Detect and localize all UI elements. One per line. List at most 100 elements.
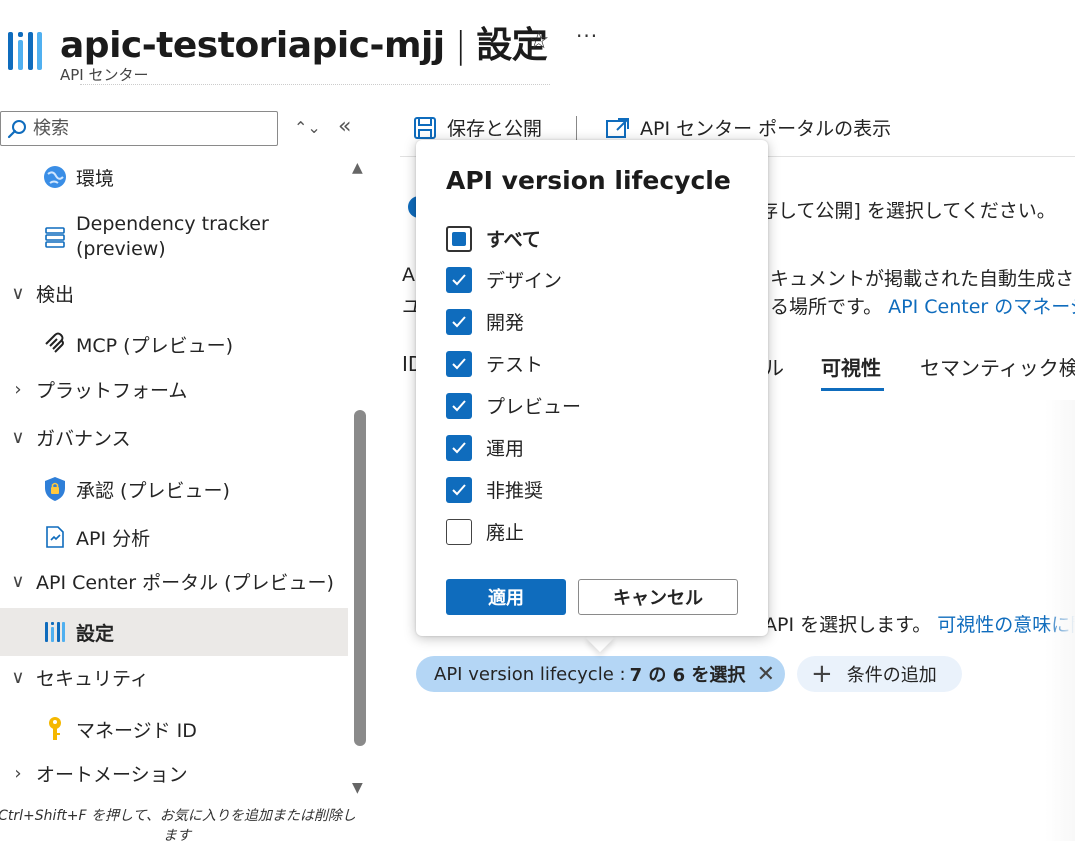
sidebar-item-label: セキュリティ — [36, 668, 149, 690]
checkmark-icon — [446, 392, 472, 419]
sidebar-group-discovery[interactable]: ∨ 検出 — [0, 280, 74, 307]
analysis-icon — [40, 522, 70, 552]
tab-visibility[interactable]: 可視性 — [821, 352, 881, 381]
option-retired-checkbox[interactable]: 廃止 — [446, 518, 524, 545]
sidebar-group-automation[interactable]: › オートメーション — [0, 760, 188, 787]
filter-pill-label: API version lifecycle : — [434, 663, 626, 685]
sidebar-group-platform[interactable]: › プラットフォーム — [0, 376, 187, 403]
lifecycle-filter-popover: API version lifecycle すべて デザイン 開発 テスト プレ… — [416, 140, 768, 636]
managed-link[interactable]: API Center のマネージ — [888, 296, 1075, 318]
option-production-checkbox[interactable]: 運用 — [446, 434, 524, 461]
checkbox-label: 運用 — [486, 438, 525, 460]
mcp-icon — [40, 329, 70, 359]
scroll-down-arrow[interactable]: ▼ — [352, 780, 363, 796]
sidebar-group-security[interactable]: ∨ セキュリティ — [0, 664, 149, 691]
chevron-down-icon: ∨ — [11, 427, 25, 448]
view-portal-label: API センター ポータルの表示 — [640, 118, 892, 140]
toolbar-divider — [576, 116, 577, 140]
sidebar-group-governance[interactable]: ∨ ガバナンス — [0, 424, 131, 451]
api-center-icon — [40, 617, 70, 647]
sidebar-item-label: オートメーション — [36, 764, 188, 786]
option-testing-checkbox[interactable]: テスト — [446, 350, 543, 377]
filter-pill-lifecycle[interactable]: API version lifecycle : 7 の 6 を選択 ✕ — [416, 656, 785, 692]
save-publish-button[interactable]: 保存と公開 — [413, 114, 542, 141]
close-icon[interactable]: ✕ — [757, 662, 775, 687]
checkmark-icon — [446, 266, 472, 293]
checkbox-label: 廃止 — [486, 522, 525, 544]
sidebar-item-label: Dependency tracker — [76, 213, 269, 235]
option-preview-checkbox[interactable]: プレビュー — [446, 392, 581, 419]
sidebar-search[interactable] — [0, 111, 278, 146]
chevron-down-icon: ∨ — [11, 283, 25, 304]
save-icon — [413, 116, 437, 140]
collapse-sidebar-icon[interactable]: « — [338, 114, 351, 139]
sidebar-item-label: API Center ポータル (プレビュー) — [36, 572, 334, 594]
checkbox-indeterminate-icon — [446, 225, 472, 252]
option-deprecated-checkbox[interactable]: 非推奨 — [446, 476, 543, 503]
sidebar-item-managed-identity[interactable]: マネージド ID — [0, 714, 197, 744]
filter-pill-value: 7 の 6 を選択 — [629, 665, 746, 686]
sidebar-item-dependency-tracker[interactable]: Dependency tracker (preview) — [0, 212, 269, 262]
sidebar-item-mcp[interactable]: MCP (プレビュー) — [0, 329, 233, 359]
add-filter-button[interactable]: + 条件の追加 — [797, 656, 962, 692]
sort-updown-icon[interactable]: ⌃⌄ — [294, 118, 321, 137]
sidebar-item-label: MCP (プレビュー) — [76, 334, 233, 357]
chevron-down-icon: ∨ — [11, 667, 25, 688]
checkmark-icon — [446, 476, 472, 503]
description-line-2: る場所です。 API Center のマネージ — [770, 292, 1075, 319]
tracker-icon — [40, 222, 70, 252]
view-portal-button[interactable]: API センター ポータルの表示 — [606, 114, 891, 141]
option-design-checkbox[interactable]: デザイン — [446, 266, 562, 293]
checkbox-label: プレビュー — [486, 396, 582, 418]
chevron-right-icon: › — [14, 379, 22, 400]
page-subtitle: API センター — [60, 66, 149, 84]
checkbox-empty-icon — [446, 518, 472, 545]
sidebar-item-settings[interactable]: 設定 — [0, 608, 348, 656]
save-publish-label: 保存と公開 — [447, 118, 543, 140]
checkbox-label: デザイン — [486, 270, 563, 292]
visibility-description: API を選択します。 可視性の意味に関 — [764, 610, 1075, 637]
select-all-checkbox[interactable]: すべて — [446, 225, 541, 252]
search-input[interactable] — [33, 118, 263, 139]
checkmark-icon — [446, 434, 472, 461]
favorites-hint: Ctrl+Shift+F を押して、お気に入りを追加または削除します — [0, 808, 356, 841]
sidebar-item-environments[interactable]: 環境 — [0, 162, 114, 192]
sidebar-item-label: 環境 — [76, 167, 115, 190]
sidebar-item-api-analysis[interactable]: API 分析 — [0, 522, 150, 552]
checkbox-label: 非推奨 — [486, 480, 544, 502]
active-tab-indicator — [821, 388, 884, 391]
chevron-right-icon: › — [14, 763, 22, 784]
api-center-logo-icon — [8, 32, 42, 70]
plus-icon: + — [811, 659, 833, 689]
sidebar-item-label: プラットフォーム — [36, 380, 188, 402]
checkbox-label: 開発 — [486, 312, 525, 334]
star-icon[interactable]: ☆ — [528, 26, 550, 54]
sidebar-item-label: 承認 (プレビュー) — [76, 479, 230, 502]
apply-button[interactable]: 適用 — [446, 579, 566, 615]
tab-semantic[interactable]: セマンティック検 — [920, 352, 1075, 381]
add-filter-label: 条件の追加 — [846, 665, 937, 686]
popover-title: API version lifecycle — [446, 166, 731, 195]
edge-shadow — [1045, 400, 1075, 841]
header-divider — [80, 84, 550, 90]
sidebar-item-label: 検出 — [36, 284, 75, 306]
search-icon — [7, 119, 26, 138]
open-external-icon — [606, 117, 630, 139]
description-line-1: キュメントが掲載された自動生成さ — [770, 268, 1075, 290]
sidebar-item-label: API 分析 — [76, 527, 151, 550]
sidebar-item-label: ガバナンス — [36, 428, 131, 450]
scroll-up-arrow[interactable]: ▲ — [352, 160, 363, 176]
info-message: 保存して公開] を選択してください。 — [740, 200, 1056, 222]
sidebar-item-approvals[interactable]: 承認 (プレビュー) — [0, 474, 230, 504]
checkmark-icon — [446, 350, 472, 377]
option-development-checkbox[interactable]: 開発 — [446, 308, 524, 335]
globe-icon — [40, 162, 70, 192]
sidebar-group-api-center-portal[interactable]: ∨ API Center ポータル (プレビュー) — [0, 568, 334, 595]
chevron-down-icon: ∨ — [11, 571, 25, 592]
ellipsis-icon[interactable]: ··· — [576, 24, 598, 48]
checkmark-icon — [446, 308, 472, 335]
cancel-button[interactable]: キャンセル — [578, 579, 738, 615]
checkbox-label: すべて — [486, 229, 541, 251]
key-icon — [40, 714, 70, 744]
sidebar-scrollbar-thumb[interactable] — [354, 410, 366, 746]
